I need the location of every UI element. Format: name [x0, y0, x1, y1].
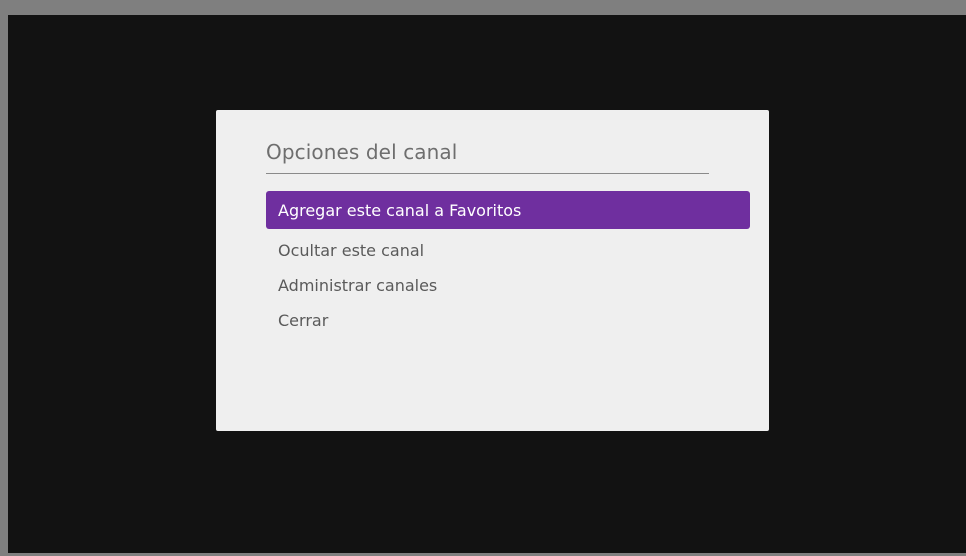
options-menu: Agregar este canal a Favoritos Ocultar e… [266, 191, 750, 336]
dialog-title: Opciones del canal [266, 140, 458, 164]
menu-item-manage-channels[interactable]: Administrar canales [266, 266, 750, 304]
menu-item-close[interactable]: Cerrar [266, 301, 750, 339]
title-divider [266, 173, 709, 174]
menu-item-hide-channel[interactable]: Ocultar este canal [266, 231, 750, 269]
menu-item-add-to-favorites[interactable]: Agregar este canal a Favoritos [266, 191, 750, 229]
channel-options-dialog: Opciones del canal Agregar este canal a … [216, 110, 769, 431]
